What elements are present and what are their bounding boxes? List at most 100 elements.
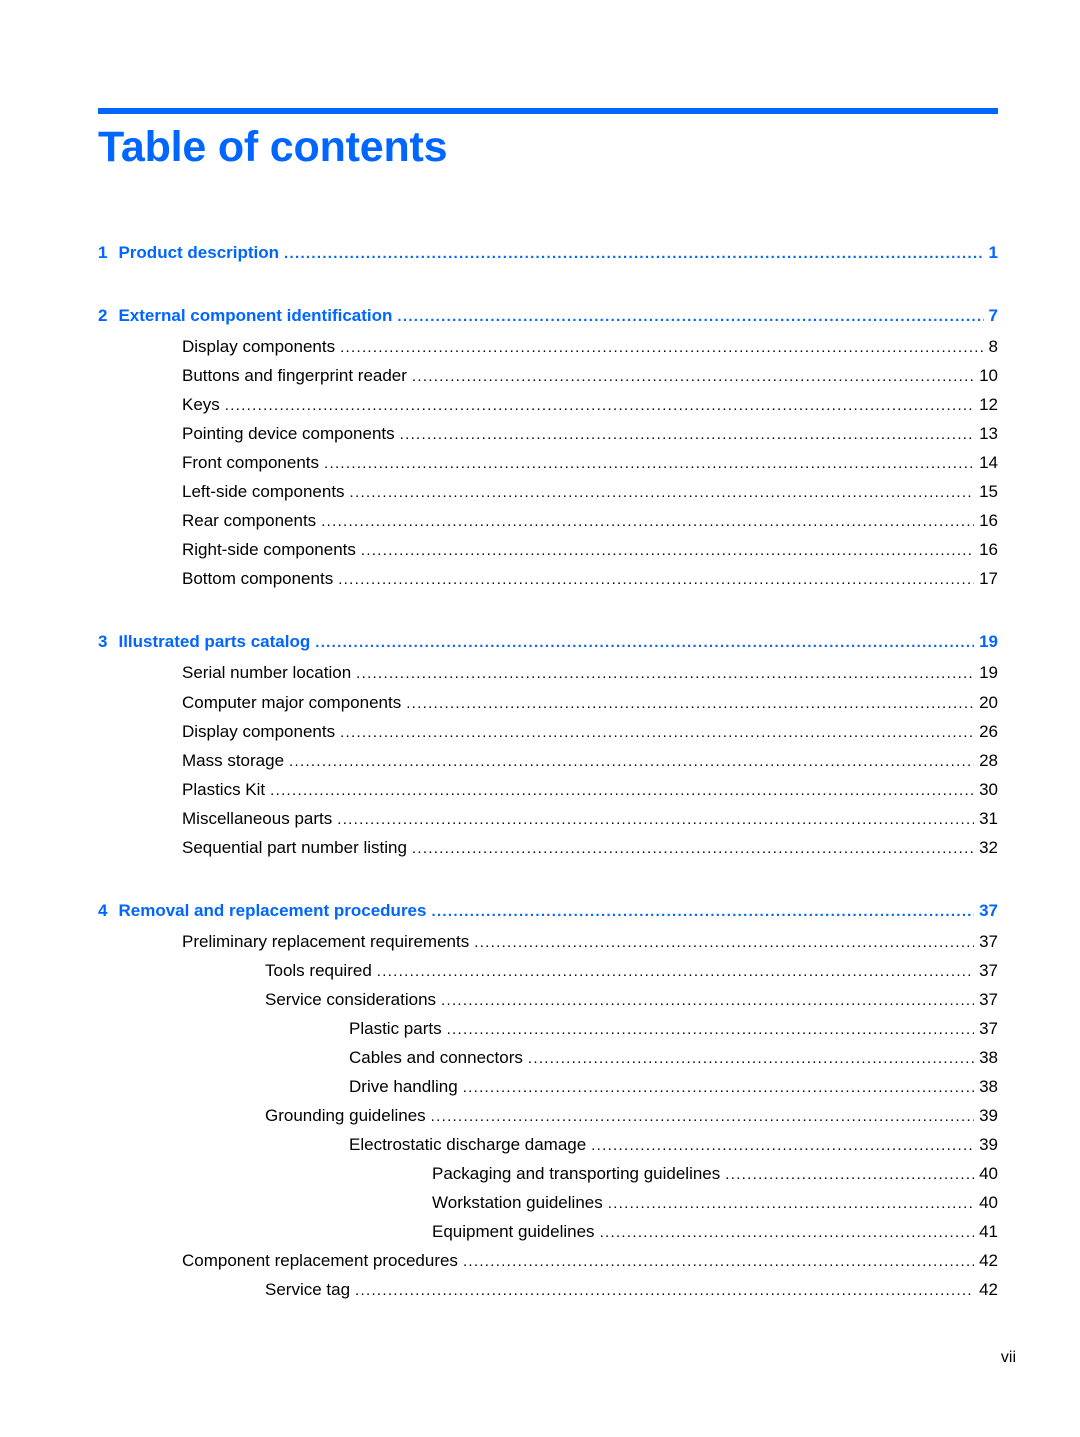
toc-entry[interactable]: Workstation guidelines 40 <box>98 1191 998 1216</box>
toc-entry-title: Keys <box>182 393 225 418</box>
toc-entry-title: Display components <box>182 719 341 744</box>
toc-entry[interactable]: Plastic parts 37 <box>98 1016 998 1041</box>
toc-entry-title: 4 Removal and replacement procedures <box>98 898 432 923</box>
toc-entry[interactable]: Serial number location 19 <box>98 661 998 686</box>
toc-page-number: 19 <box>979 632 998 652</box>
toc-page-number: 38 <box>979 1077 998 1097</box>
chapter-number: 2 <box>98 306 108 325</box>
toc-page-number: 42 <box>979 1251 998 1271</box>
toc-page-number: 37 <box>979 1018 998 1038</box>
toc-entry-title: 1 Product description <box>98 241 285 265</box>
toc-entry[interactable]: Rear components 16 <box>98 509 998 534</box>
toc-entry[interactable]: Tools required 37 <box>98 958 998 983</box>
toc-entry[interactable]: Grounding guidelines 39 <box>98 1104 998 1129</box>
toc-entry-title: Rear components <box>182 509 322 534</box>
toc-entry-title: Right-side components <box>182 538 361 563</box>
chapter-title: Illustrated parts catalog <box>118 632 311 652</box>
toc-entry-title: Service considerations <box>265 987 442 1012</box>
dot-leader <box>528 1047 974 1071</box>
toc-entry-title: Sequential part number listing <box>182 835 412 860</box>
toc-entry-title: Computer major components <box>182 690 407 715</box>
toc-entry-title: Tools required <box>265 958 377 983</box>
toc-chapter-entry[interactable]: 3 Illustrated parts catalog 19 <box>98 630 998 655</box>
toc-page-number: 16 <box>979 540 998 560</box>
toc-page-number: 16 <box>979 511 998 531</box>
toc-entry-title: Pointing device components <box>182 422 400 447</box>
toc-entry[interactable]: Service considerations 37 <box>98 987 998 1013</box>
toc-entry[interactable]: Right-side components 16 <box>98 538 998 563</box>
toc-entry[interactable]: Preliminary replacement requirements 37 <box>98 929 998 954</box>
page-number: vii <box>1000 1349 1016 1366</box>
dot-leader <box>356 662 974 686</box>
toc-page-number: 39 <box>979 1135 998 1155</box>
toc-entry[interactable]: Display components 8 <box>98 335 998 359</box>
toc-entry[interactable]: Component replacement procedures 42 <box>98 1249 998 1274</box>
toc-entry-title: Display components <box>182 335 341 359</box>
page-title: Table of contents <box>98 123 448 171</box>
chapter-title: External component identification <box>118 306 393 325</box>
toc-entry-title: Preliminary replacement requirements <box>182 929 475 954</box>
toc-entry[interactable]: Pointing device components 13 <box>98 422 998 447</box>
toc-entry-title: Equipment guidelines <box>432 1220 600 1245</box>
dot-leader <box>600 1221 975 1245</box>
toc-entry-title: Front components <box>182 451 325 476</box>
toc-page-number: 39 <box>979 1106 998 1126</box>
toc-entry[interactable]: Equipment guidelines 41 <box>98 1220 998 1245</box>
dot-leader <box>350 481 975 505</box>
dot-leader <box>337 808 974 832</box>
dot-leader <box>270 779 974 803</box>
toc-entry[interactable]: Electrostatic discharge damage 39 <box>98 1133 998 1158</box>
toc-entry-title: Plastic parts <box>349 1016 447 1041</box>
toc-chapter-entry[interactable]: 4 Removal and replacement procedures 37 <box>98 898 998 923</box>
toc-page-number: 14 <box>979 453 998 473</box>
toc-entry-title: Packaging and transporting guidelines <box>432 1162 726 1187</box>
dot-leader <box>361 539 974 563</box>
dot-leader <box>289 750 974 774</box>
dot-leader <box>441 989 974 1013</box>
dot-leader <box>315 631 974 655</box>
toc-page-number: 17 <box>979 569 998 589</box>
toc-page-number: 40 <box>979 1193 998 1213</box>
toc-page-number: 20 <box>979 692 998 712</box>
dot-leader <box>397 305 983 329</box>
toc-entry[interactable]: Drive handling 38 <box>98 1075 998 1100</box>
toc-entry[interactable]: Left-side components 15 <box>98 480 998 505</box>
chapter-number: 1 <box>98 243 108 262</box>
toc-page-number: 37 <box>979 989 998 1009</box>
toc-entry[interactable]: Service tag 42 <box>98 1278 998 1303</box>
dot-leader <box>725 1163 974 1187</box>
toc-page-number: 13 <box>979 424 998 444</box>
toc-entry-title: Cables and connectors <box>349 1046 528 1070</box>
toc-page-number: 37 <box>979 960 998 980</box>
toc-entry[interactable]: Buttons and fingerprint reader 10 <box>98 364 998 389</box>
dot-leader <box>340 336 983 360</box>
toc-entry[interactable]: Display components 26 <box>98 719 998 744</box>
chapter-title: Removal and replacement procedures <box>118 900 427 920</box>
toc-entry[interactable]: Plastics Kit 30 <box>98 777 998 803</box>
title-rule <box>98 108 998 114</box>
dot-leader <box>324 452 974 476</box>
toc-page-number: 7 <box>988 306 998 325</box>
toc-entry[interactable]: Cables and connectors 38 <box>98 1046 998 1070</box>
toc-entry[interactable]: Bottom components 17 <box>98 567 998 592</box>
dot-leader <box>284 242 983 266</box>
chapter-number: 4 <box>98 900 108 920</box>
toc-chapter-entry[interactable]: 2 External component identification 7 <box>98 304 998 328</box>
toc-entry[interactable]: Miscellaneous parts 31 <box>98 806 998 832</box>
chapter-number: 3 <box>98 632 108 652</box>
toc-entry[interactable]: Mass storage 28 <box>98 748 998 774</box>
toc-entry[interactable]: Front components 14 <box>98 451 998 476</box>
toc-entry[interactable]: Packaging and transporting guidelines 40 <box>98 1162 998 1187</box>
toc-page-number: 42 <box>979 1280 998 1300</box>
toc-entry[interactable]: Sequential part number listing 32 <box>98 835 998 860</box>
toc-page-number: 40 <box>979 1164 998 1184</box>
toc-page-number: 38 <box>979 1048 998 1067</box>
toc-entry-title: Buttons and fingerprint reader <box>182 364 412 389</box>
toc-chapter-entry[interactable]: 1 Product description 1 <box>98 241 998 265</box>
chapter-title: Product description <box>118 243 280 262</box>
toc-entry[interactable]: Computer major components 20 <box>98 690 998 715</box>
toc-entry-title: Grounding guidelines <box>265 1104 431 1129</box>
toc-page-number: 1 <box>988 243 998 262</box>
toc-entry[interactable]: Keys 12 <box>98 393 998 418</box>
toc-page-number: 41 <box>979 1222 998 1242</box>
